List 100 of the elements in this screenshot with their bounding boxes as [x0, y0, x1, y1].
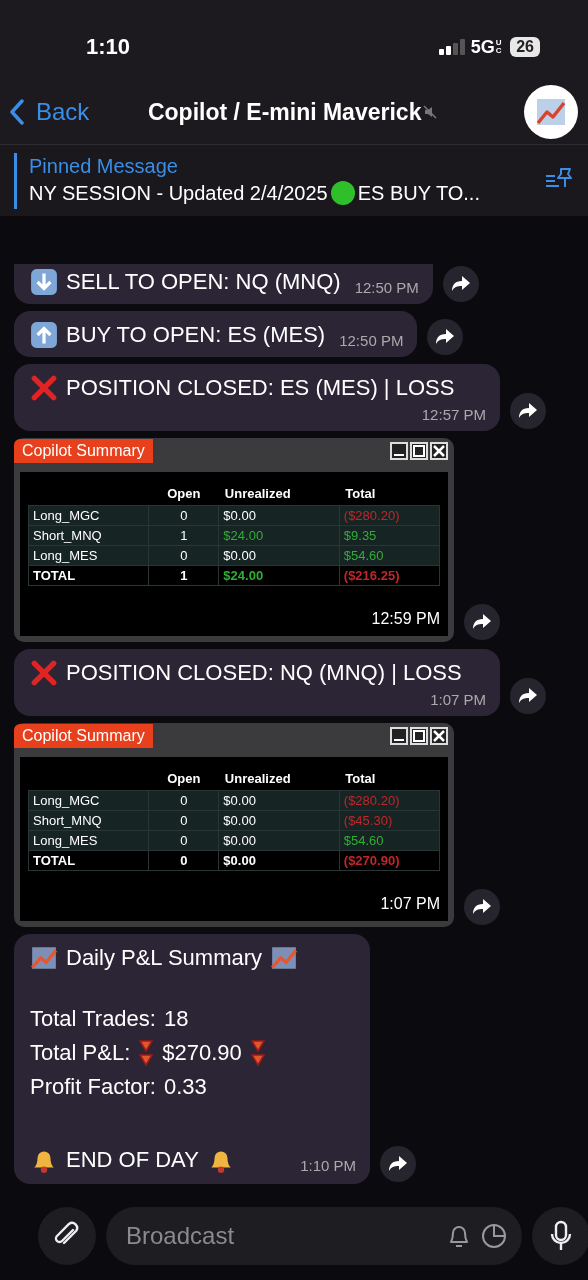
table-cell: Short_MNQ	[33, 813, 102, 828]
forward-button[interactable]	[442, 266, 479, 302]
arrow-up-icon	[30, 321, 58, 349]
column-header: Open	[148, 482, 219, 506]
table-cell: $54.60	[343, 833, 384, 848]
message-time: 12:50 PM	[339, 331, 404, 349]
message-text: SELL TO OPEN: NQ (MNQ)	[66, 269, 341, 295]
chat-title: Copilot / E-mini Maverick	[147, 98, 422, 126]
message-text: POSITION CLOSED: NQ (MNQ) | LOSS	[66, 660, 462, 686]
table-cell: 1	[180, 528, 188, 543]
column-header: Total	[339, 482, 440, 506]
table-cell: ($280.20)	[343, 793, 400, 808]
stat-label: Profit Factor:	[30, 1074, 156, 1100]
window-title: Copilot Summary	[14, 439, 153, 463]
forward-button[interactable]	[427, 319, 464, 355]
share-arrow-icon	[435, 328, 456, 346]
table-cell: $24.00	[223, 568, 264, 583]
table-cell: Short_MNQ	[33, 528, 102, 543]
table-cell: ($270.90)	[343, 853, 400, 868]
share-arrow-icon	[388, 1155, 408, 1173]
table-cell: TOTAL	[33, 853, 76, 868]
circle-icon	[329, 180, 356, 206]
battery-indicator: 26	[510, 37, 540, 57]
table-cell: $0.00	[223, 833, 256, 848]
share-arrow-icon	[518, 687, 538, 705]
table-cell: 0	[180, 833, 188, 848]
maximize-icon[interactable]	[410, 442, 428, 460]
table-cell: 0	[180, 793, 188, 808]
minimize-icon[interactable]	[390, 727, 408, 745]
table-cell: $9.35	[343, 528, 377, 543]
close-icon[interactable]	[430, 442, 448, 460]
forward-button[interactable]	[380, 1146, 416, 1182]
message-time: 12:57 PM	[421, 405, 486, 423]
message-text: POSITION CLOSED: ES (MES) | LOSS	[66, 375, 455, 401]
channel-avatar[interactable]	[524, 85, 578, 139]
column-header: Unrealized	[218, 482, 340, 506]
cross-icon	[30, 374, 58, 402]
share-arrow-icon	[472, 898, 492, 916]
forward-button[interactable]	[464, 604, 500, 640]
column-header: Unrealized	[218, 767, 340, 791]
table-cell: $0.00	[223, 793, 256, 808]
message-input[interactable]: Broadcast	[124, 1221, 438, 1251]
forward-button[interactable]	[510, 393, 546, 429]
share-arrow-icon	[518, 402, 538, 420]
stat-label: Total P&L:	[30, 1040, 131, 1066]
table-cell: Long_MGC	[33, 508, 100, 523]
microphone-button[interactable]	[532, 1207, 588, 1265]
back-button[interactable]: Back	[10, 98, 90, 126]
stat-value: $270.90	[162, 1040, 242, 1066]
chart-icon	[30, 944, 58, 972]
table-cell: ($216.25)	[343, 568, 400, 583]
message-time: 12:50 PM	[354, 278, 419, 296]
table-cell: 0	[180, 548, 188, 563]
table-cell: Long_MES	[33, 548, 98, 563]
maximize-icon[interactable]	[410, 727, 428, 745]
message-time: 12:59 PM	[371, 610, 440, 628]
pinned-label[interactable]: Pinned Message	[29, 155, 532, 178]
table-cell: 0	[180, 813, 188, 828]
table-cell: $0.00	[223, 548, 256, 563]
chevron-left-icon	[10, 99, 24, 125]
table-cell: 0	[180, 508, 188, 523]
table-cell: $24.00	[223, 528, 264, 543]
status-time: 1:10	[86, 34, 131, 60]
share-arrow-icon	[472, 613, 492, 631]
close-icon[interactable]	[430, 727, 448, 745]
table-cell: ($280.20)	[343, 508, 400, 523]
table-cell: $0.00	[223, 853, 256, 868]
table-cell: $54.60	[343, 548, 384, 563]
stat-value: 18	[163, 1006, 189, 1032]
message-field[interactable]: Broadcast	[106, 1207, 522, 1265]
window-title: Copilot Summary	[14, 724, 153, 748]
table-cell: $0.00	[223, 813, 256, 828]
stat-label: Total Trades:	[30, 1006, 156, 1032]
network-label: 5G	[470, 36, 495, 58]
table-cell: Long_MGC	[33, 793, 100, 808]
cross-icon	[30, 659, 58, 687]
stat-value: 0.33	[163, 1074, 207, 1100]
microphone-icon	[550, 1220, 572, 1252]
arrow-down-icon	[30, 268, 58, 296]
column-header: Total	[339, 767, 440, 791]
message-time: 1:07 PM	[380, 895, 440, 913]
pinned-text[interactable]: ES BUY TO...	[357, 181, 480, 205]
table-cell: 1	[180, 568, 188, 583]
forward-button[interactable]	[464, 889, 500, 925]
pinned-text[interactable]: NY SESSION - Updated 2/4/2025	[29, 181, 328, 205]
report-title: Daily P&L Summary	[66, 945, 262, 971]
table-cell: ($45.30)	[343, 813, 393, 828]
message-time: 1:07 PM	[430, 690, 486, 708]
column-header: Open	[148, 767, 219, 791]
share-arrow-icon	[450, 275, 471, 293]
down-triangles-icon	[138, 1038, 155, 1068]
signal-icon	[438, 39, 465, 55]
message-time: 1:10 PM	[300, 1156, 356, 1174]
sticker-icon[interactable]	[480, 1222, 508, 1250]
forward-button[interactable]	[510, 678, 546, 714]
report-footer: END OF DAY	[66, 1147, 199, 1173]
chart-icon	[270, 944, 298, 972]
minimize-icon[interactable]	[390, 442, 408, 460]
network-sub-label: UC	[495, 39, 501, 55]
table-cell: 0	[180, 853, 188, 868]
